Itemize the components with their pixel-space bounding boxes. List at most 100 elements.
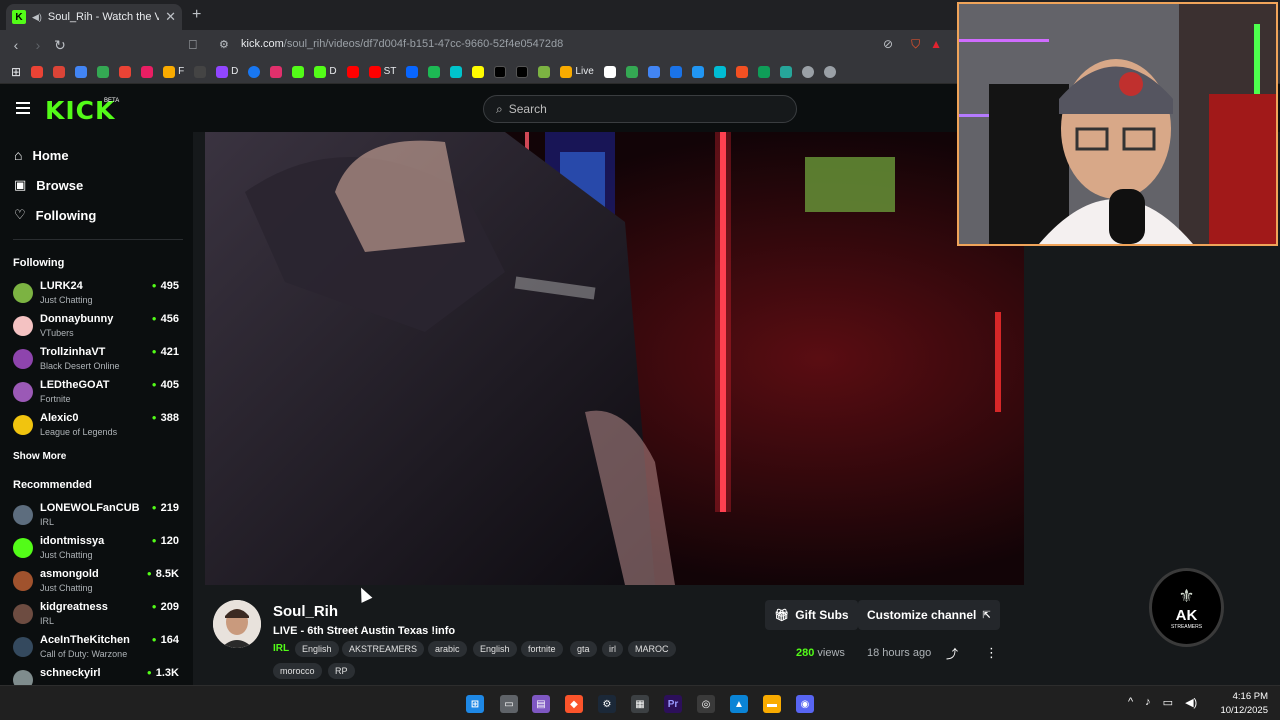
globe-icon[interactable] (821, 63, 839, 81)
forward-icon[interactable]: › (27, 37, 49, 53)
tiktok-icon[interactable] (491, 63, 509, 81)
sidebar-channel-following[interactable]: LURK24 Just Chatting 495 (13, 280, 179, 312)
brave-icon[interactable]: ◆ (565, 695, 583, 713)
channel-name[interactable]: Soul_Rih (273, 603, 338, 620)
bookmark-5[interactable] (116, 63, 134, 81)
browser-tab[interactable]: K ◀) Soul_Rih - Watch the VOD on ✕ (6, 4, 182, 30)
file-explorer-icon[interactable]: ▬ (763, 695, 781, 713)
sidebar-channel-recommended[interactable]: idontmissya Just Chatting 120 (13, 535, 179, 567)
folder-live[interactable]: Live (557, 63, 596, 81)
home-icon: ⌂ (14, 147, 23, 163)
meta-icon[interactable] (403, 63, 421, 81)
kick-bookmark-icon[interactable] (289, 63, 307, 81)
tag-chip[interactable]: fortnite (521, 641, 563, 657)
search-input[interactable]: ⌕ Search (483, 95, 797, 123)
network-icon[interactable]: ▭ (1163, 696, 1173, 709)
taskbar-clock[interactable]: 4:16 PM 10/12/2025 (1212, 690, 1268, 718)
microsoft-icon[interactable] (733, 63, 751, 81)
url-field[interactable]: kick.com/soul_rih/videos/df7d004f-b151-4… (241, 38, 563, 50)
youtube-st[interactable]: ST (366, 63, 400, 81)
bookmark-21[interactable] (535, 63, 553, 81)
tag-chip[interactable]: arabic (428, 641, 467, 657)
menu-icon[interactable] (16, 102, 30, 114)
obs-icon[interactable]: ◎ (697, 695, 715, 713)
tag-chip[interactable]: RP (328, 663, 355, 679)
twitch-d[interactable]: D (213, 63, 241, 81)
reload-icon[interactable]: ↻ (49, 37, 71, 54)
amazon-icon[interactable] (601, 63, 619, 81)
tag-chip[interactable]: irl (602, 641, 623, 657)
drive-icon[interactable] (755, 63, 773, 81)
tag-chip[interactable]: AKSTREAMERS (342, 641, 425, 657)
photos-icon[interactable]: ▲ (730, 695, 748, 713)
bookmark-label: Live (575, 66, 594, 77)
sidebar-item-browse[interactable]: ▣ Browse (14, 177, 83, 193)
instagram-icon[interactable] (267, 63, 285, 81)
bookmark-30[interactable] (777, 63, 795, 81)
bookmark-4[interactable] (94, 63, 112, 81)
folder-f[interactable]: F (160, 63, 187, 81)
brave-shield-icon[interactable]: ⛉ (911, 37, 920, 52)
app-icon[interactable]: ▦ (631, 695, 649, 713)
chevron-up-icon[interactable]: ^ (1128, 696, 1133, 709)
tag-chip[interactable]: English (295, 641, 339, 657)
bookmark-26[interactable] (689, 63, 707, 81)
bookmark-27[interactable] (711, 63, 729, 81)
sidebar-item-home[interactable]: ⌂ Home (14, 147, 69, 163)
tag-chip[interactable]: morocco (273, 663, 322, 679)
sidebar-channel-following[interactable]: TrollzinhaVT Black Desert Online 421 (13, 346, 179, 378)
channel-name: AceInTheKitchen (40, 634, 130, 646)
back-icon[interactable]: ‹ (5, 37, 27, 53)
bookmark-25[interactable] (667, 63, 685, 81)
show-more-button[interactable]: Show More (13, 451, 66, 462)
microphone-icon[interactable]: ♪ (1145, 696, 1151, 709)
sidebar-channel-recommended[interactable]: asmongold Just Chatting 8.5K (13, 568, 179, 600)
sidebar-item-following[interactable]: ♡ Following (14, 207, 96, 223)
steam-icon[interactable]: ⚙ (598, 695, 616, 713)
video-player[interactable] (205, 132, 1024, 585)
channel-avatar[interactable] (213, 600, 261, 648)
bookmark-3[interactable] (72, 63, 90, 81)
bookmark-24[interactable] (645, 63, 663, 81)
new-tab-icon[interactable]: + (192, 6, 201, 24)
gmail-icon[interactable] (50, 63, 68, 81)
bookmark-8[interactable] (191, 63, 209, 81)
globe-icon[interactable] (799, 63, 817, 81)
close-tab-icon[interactable]: ✕ (165, 9, 176, 25)
windows-start-icon[interactable]: ⊞ (466, 695, 484, 713)
kick-d[interactable]: D (311, 63, 339, 81)
task-view-icon[interactable]: ▭ (500, 695, 518, 713)
tag-chip[interactable]: English (473, 641, 517, 657)
mute-site-icon[interactable]: ⊘ (883, 37, 893, 52)
discord-icon[interactable]: ◉ (796, 695, 814, 713)
bookmark-16[interactable] (425, 63, 443, 81)
sidebar-channel-following[interactable]: Alexic0 League of Legends 388 (13, 412, 179, 444)
stream-category[interactable]: IRL (273, 643, 289, 654)
bookmark-icon[interactable]: ⎕ (189, 37, 197, 53)
volume-icon[interactable]: ◀) (1185, 696, 1197, 709)
apps-icon[interactable]: ⊞ (8, 63, 24, 81)
share-icon[interactable]: ⤴ (946, 645, 958, 662)
tag-chip[interactable]: MAROC (628, 641, 676, 657)
bookmark-18[interactable] (469, 63, 487, 81)
bookmark-17[interactable] (447, 63, 465, 81)
sidebar-channel-recommended[interactable]: AceInTheKitchen Call of Duty: Warzone 164 (13, 634, 179, 666)
premiere-icon[interactable]: Pr (664, 695, 682, 713)
bookmark-1[interactable] (28, 63, 46, 81)
x-icon[interactable] (513, 63, 531, 81)
facebook-icon[interactable] (245, 63, 263, 81)
more-options-icon[interactable]: ⋮ (985, 645, 998, 661)
sidebar-channel-following[interactable]: LEDtheGOAT Fortnite 405 (13, 379, 179, 411)
tag-chip[interactable]: gta (570, 641, 597, 657)
gift-subs-button[interactable]: 🎁︎ Gift Subs (765, 600, 858, 630)
customize-channel-button[interactable]: Customize channel ⇱ (858, 600, 1000, 630)
sidebar-channel-following[interactable]: Donnaybunny VTubers 456 (13, 313, 179, 345)
sidebar-channel-recommended[interactable]: kidgreatness IRL 209 (13, 601, 179, 633)
youtube-icon[interactable] (344, 63, 362, 81)
sidebar-channel-recommended[interactable]: LONEWOLFanCUB IRL 219 (13, 502, 179, 534)
app-icon[interactable]: ▤ (532, 695, 550, 713)
bookmark-6[interactable] (138, 63, 156, 81)
brave-rewards-icon[interactable]: ▲ (930, 37, 942, 52)
bookmark-23[interactable] (623, 63, 641, 81)
site-info-icon[interactable]: ⚙ (219, 38, 229, 51)
